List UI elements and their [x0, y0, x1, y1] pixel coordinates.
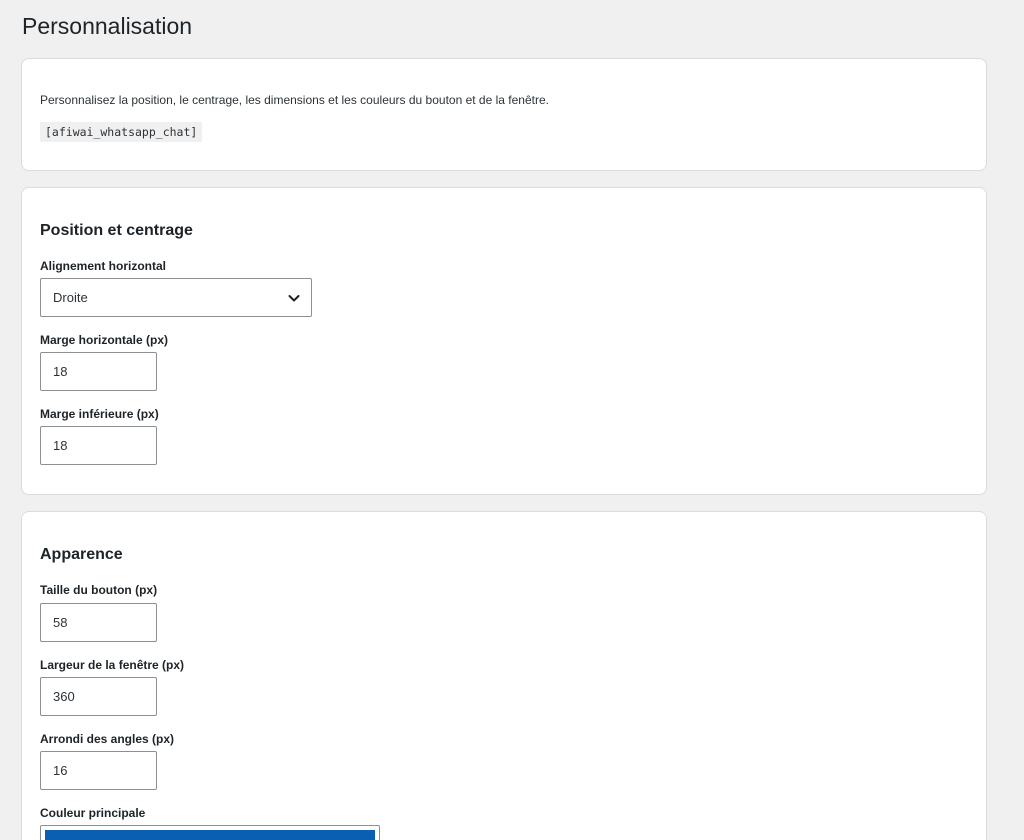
window-width-input[interactable] [40, 677, 157, 716]
horizontal-margin-label: Marge horizontale (px) [40, 333, 169, 347]
appearance-section-heading: Apparence [40, 546, 123, 563]
intro-description: Personnalisez la position, le centrage, … [40, 93, 549, 107]
horizontal-margin-input[interactable] [40, 352, 157, 391]
button-size-input[interactable] [40, 603, 157, 642]
primary-color-swatch [45, 830, 375, 840]
position-card: Position et centrage Alignement horizont… [21, 187, 987, 495]
intro-card: Personnalisez la position, le centrage, … [21, 58, 987, 171]
window-width-label: Largeur de la fenêtre (px) [40, 658, 185, 672]
horizontal-alignment-select[interactable]: Droite [40, 278, 312, 317]
page-title: Personnalisation [22, 13, 193, 39]
corner-radius-label: Arrondi des angles (px) [40, 732, 175, 746]
bottom-margin-input[interactable] [40, 426, 157, 465]
position-section-heading: Position et centrage [40, 222, 193, 239]
horizontal-alignment-label: Alignement horizontal [40, 259, 166, 273]
primary-color-label: Couleur principale [40, 806, 146, 820]
shortcode: [afiwai_whatsapp_chat] [40, 122, 203, 142]
bottom-margin-label: Marge inférieure (px) [40, 407, 159, 421]
corner-radius-input[interactable] [40, 751, 157, 790]
horizontal-alignment-value: Droite [53, 290, 88, 305]
primary-color-picker[interactable] [40, 825, 380, 840]
appearance-card: Apparence Taille du bouton (px) Largeur … [21, 511, 987, 840]
settings-page: Personnalisation Personnalisez la positi… [0, 0, 1024, 840]
chevron-down-icon [288, 295, 300, 302]
button-size-label: Taille du bouton (px) [40, 583, 158, 597]
